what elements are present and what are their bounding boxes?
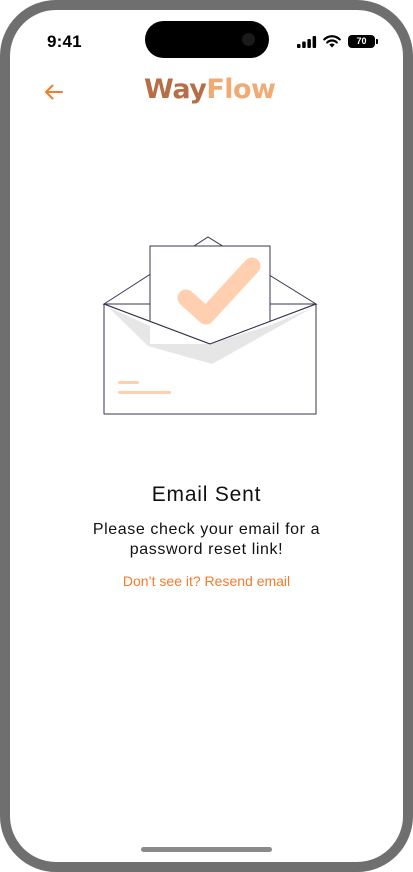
instruction-message: Please check your email for a password r… bbox=[92, 521, 321, 558]
wifi-icon bbox=[323, 35, 341, 48]
battery-tip bbox=[376, 39, 378, 44]
wayflow-logo: WayFlow bbox=[144, 74, 276, 105]
phone-frame bbox=[0, 0, 413, 872]
home-indicator[interactable] bbox=[141, 847, 272, 852]
envelope-checkmark-illustration bbox=[102, 236, 318, 415]
logo-flow: Flow bbox=[206, 74, 276, 105]
page-title: Email Sent bbox=[151, 483, 262, 506]
back-button[interactable] bbox=[40, 79, 68, 105]
battery-level: 70 bbox=[356, 36, 367, 46]
cellular-signal-icon bbox=[297, 36, 317, 48]
battery-icon: 70 bbox=[348, 35, 375, 48]
arrow-left-icon bbox=[45, 84, 63, 100]
status-time: 9:41 bbox=[47, 32, 82, 51]
dynamic-island bbox=[145, 21, 269, 58]
resend-email-link[interactable]: Don’t see it? Resend email bbox=[0, 573, 413, 589]
camera-icon bbox=[242, 33, 255, 46]
logo-way: Way bbox=[144, 74, 207, 105]
